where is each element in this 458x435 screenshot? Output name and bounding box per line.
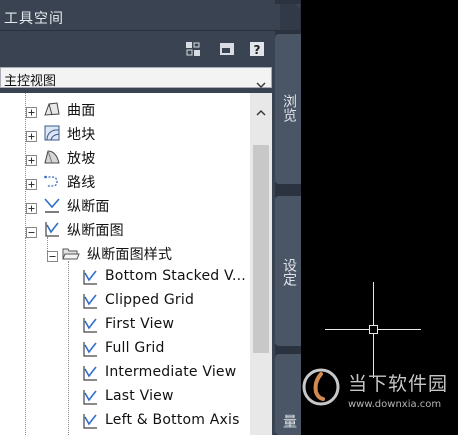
tree-item-label: Bottom Stacked V... bbox=[105, 268, 246, 284]
profile-view-style-icon bbox=[81, 292, 99, 310]
profile-view-style-icon bbox=[81, 340, 99, 358]
expand-icon[interactable] bbox=[26, 127, 37, 142]
expand-icon[interactable] bbox=[26, 103, 37, 118]
tree-item-label: Last View bbox=[105, 388, 174, 404]
crosshair-pickbox bbox=[369, 325, 378, 334]
grading-icon bbox=[43, 148, 61, 166]
tree-item-alignments[interactable]: 路线 bbox=[0, 169, 250, 193]
tree-item-label: First View bbox=[105, 316, 175, 332]
tree-item-label: 曲面 bbox=[67, 103, 96, 119]
tree-item-label: Clipped Grid bbox=[105, 292, 195, 308]
palette-title: 工具空间 bbox=[4, 11, 64, 27]
palette-options-icon[interactable] bbox=[219, 41, 235, 57]
tab-browse[interactable]: 浏览 bbox=[275, 34, 301, 184]
profile-view-style-icon bbox=[81, 364, 99, 382]
tree-item-label: Left & Bottom Axis bbox=[105, 412, 240, 428]
titlebar-grip bbox=[280, 4, 300, 30]
profile-view-style-icon bbox=[81, 316, 99, 334]
toggle-display-icon[interactable] bbox=[185, 41, 201, 57]
tree-scrollbar[interactable] bbox=[250, 93, 272, 435]
surface-icon bbox=[43, 100, 61, 118]
collapse-icon[interactable] bbox=[47, 247, 58, 262]
expand-icon[interactable] bbox=[26, 175, 37, 190]
tree-item-parcels[interactable]: 地块 bbox=[0, 121, 250, 145]
tree-item-label: 纵断面图样式 bbox=[87, 247, 173, 263]
profile-view-style-icon bbox=[81, 412, 99, 430]
drawing-viewport[interactable] bbox=[301, 0, 458, 435]
tree-item-label: 放坡 bbox=[67, 151, 96, 167]
tree-item-label: 纵断面 bbox=[67, 199, 110, 215]
tree-item-surfaces[interactable]: 曲面 bbox=[0, 97, 250, 121]
expand-icon[interactable] bbox=[26, 151, 37, 166]
chevron-down-icon bbox=[256, 74, 266, 93]
profile-view-style-icon bbox=[81, 268, 99, 286]
scrollbar-thumb[interactable] bbox=[253, 145, 269, 353]
tree-item-style[interactable]: Bottom Stacked V... bbox=[0, 265, 250, 289]
tab-settings[interactable]: 设定 bbox=[275, 196, 301, 346]
tree-item-style[interactable]: Full Grid bbox=[0, 337, 250, 361]
collapse-icon[interactable] bbox=[26, 223, 37, 238]
profile-view-style-icon bbox=[81, 388, 99, 406]
view-selector[interactable]: 主控视图 bbox=[0, 67, 272, 89]
tree-item-style[interactable]: Last View bbox=[0, 385, 250, 409]
tree-item-style[interactable]: Left & Bottom Axis bbox=[0, 409, 250, 433]
tree-item-style[interactable]: Clipped Grid bbox=[0, 289, 250, 313]
tree-item-label: 纵断面图 bbox=[67, 223, 124, 239]
profile-icon bbox=[43, 196, 61, 214]
tab-label: 设定 bbox=[281, 258, 297, 286]
view-selector-value: 主控视图 bbox=[4, 74, 57, 89]
alignment-icon bbox=[43, 172, 61, 190]
tree-item-profile-view-styles[interactable]: 纵断面图样式 bbox=[0, 241, 250, 265]
prospector-tree: 曲面 地块 放坡 路线 纵断面 纵断面图 纵断面图样式 Bottom Stack… bbox=[0, 93, 272, 435]
tree-item-grading[interactable]: 放坡 bbox=[0, 145, 250, 169]
tree-item-label: 路线 bbox=[67, 175, 96, 191]
tree-item-profiles[interactable]: 纵断面 bbox=[0, 193, 250, 217]
tree-item-label: 地块 bbox=[67, 127, 96, 143]
palette-side-tabs: 浏览 设定 量 bbox=[275, 34, 301, 435]
tree-item-style[interactable]: Intermediate View bbox=[0, 361, 250, 385]
tab-label: 浏览 bbox=[281, 94, 297, 122]
folder-open-icon bbox=[62, 244, 80, 262]
tree-item-style[interactable]: First View bbox=[0, 313, 250, 337]
palette-toolbar: ? bbox=[0, 34, 275, 64]
tree-item-label: Intermediate View bbox=[105, 364, 237, 380]
expand-icon[interactable] bbox=[26, 199, 37, 214]
tree-item-profile-views[interactable]: 纵断面图 bbox=[0, 217, 250, 241]
tab-survey[interactable]: 量 bbox=[275, 354, 301, 435]
profile-view-icon bbox=[43, 220, 61, 238]
tab-label: 量 bbox=[281, 414, 297, 428]
parcel-icon bbox=[43, 124, 61, 142]
palette-titlebar[interactable]: 工具空间 bbox=[0, 4, 300, 31]
svg-text:?: ? bbox=[254, 43, 261, 57]
tree-item-label: Full Grid bbox=[105, 340, 165, 356]
help-icon[interactable]: ? bbox=[249, 41, 265, 57]
scroll-up-icon[interactable] bbox=[256, 101, 266, 120]
